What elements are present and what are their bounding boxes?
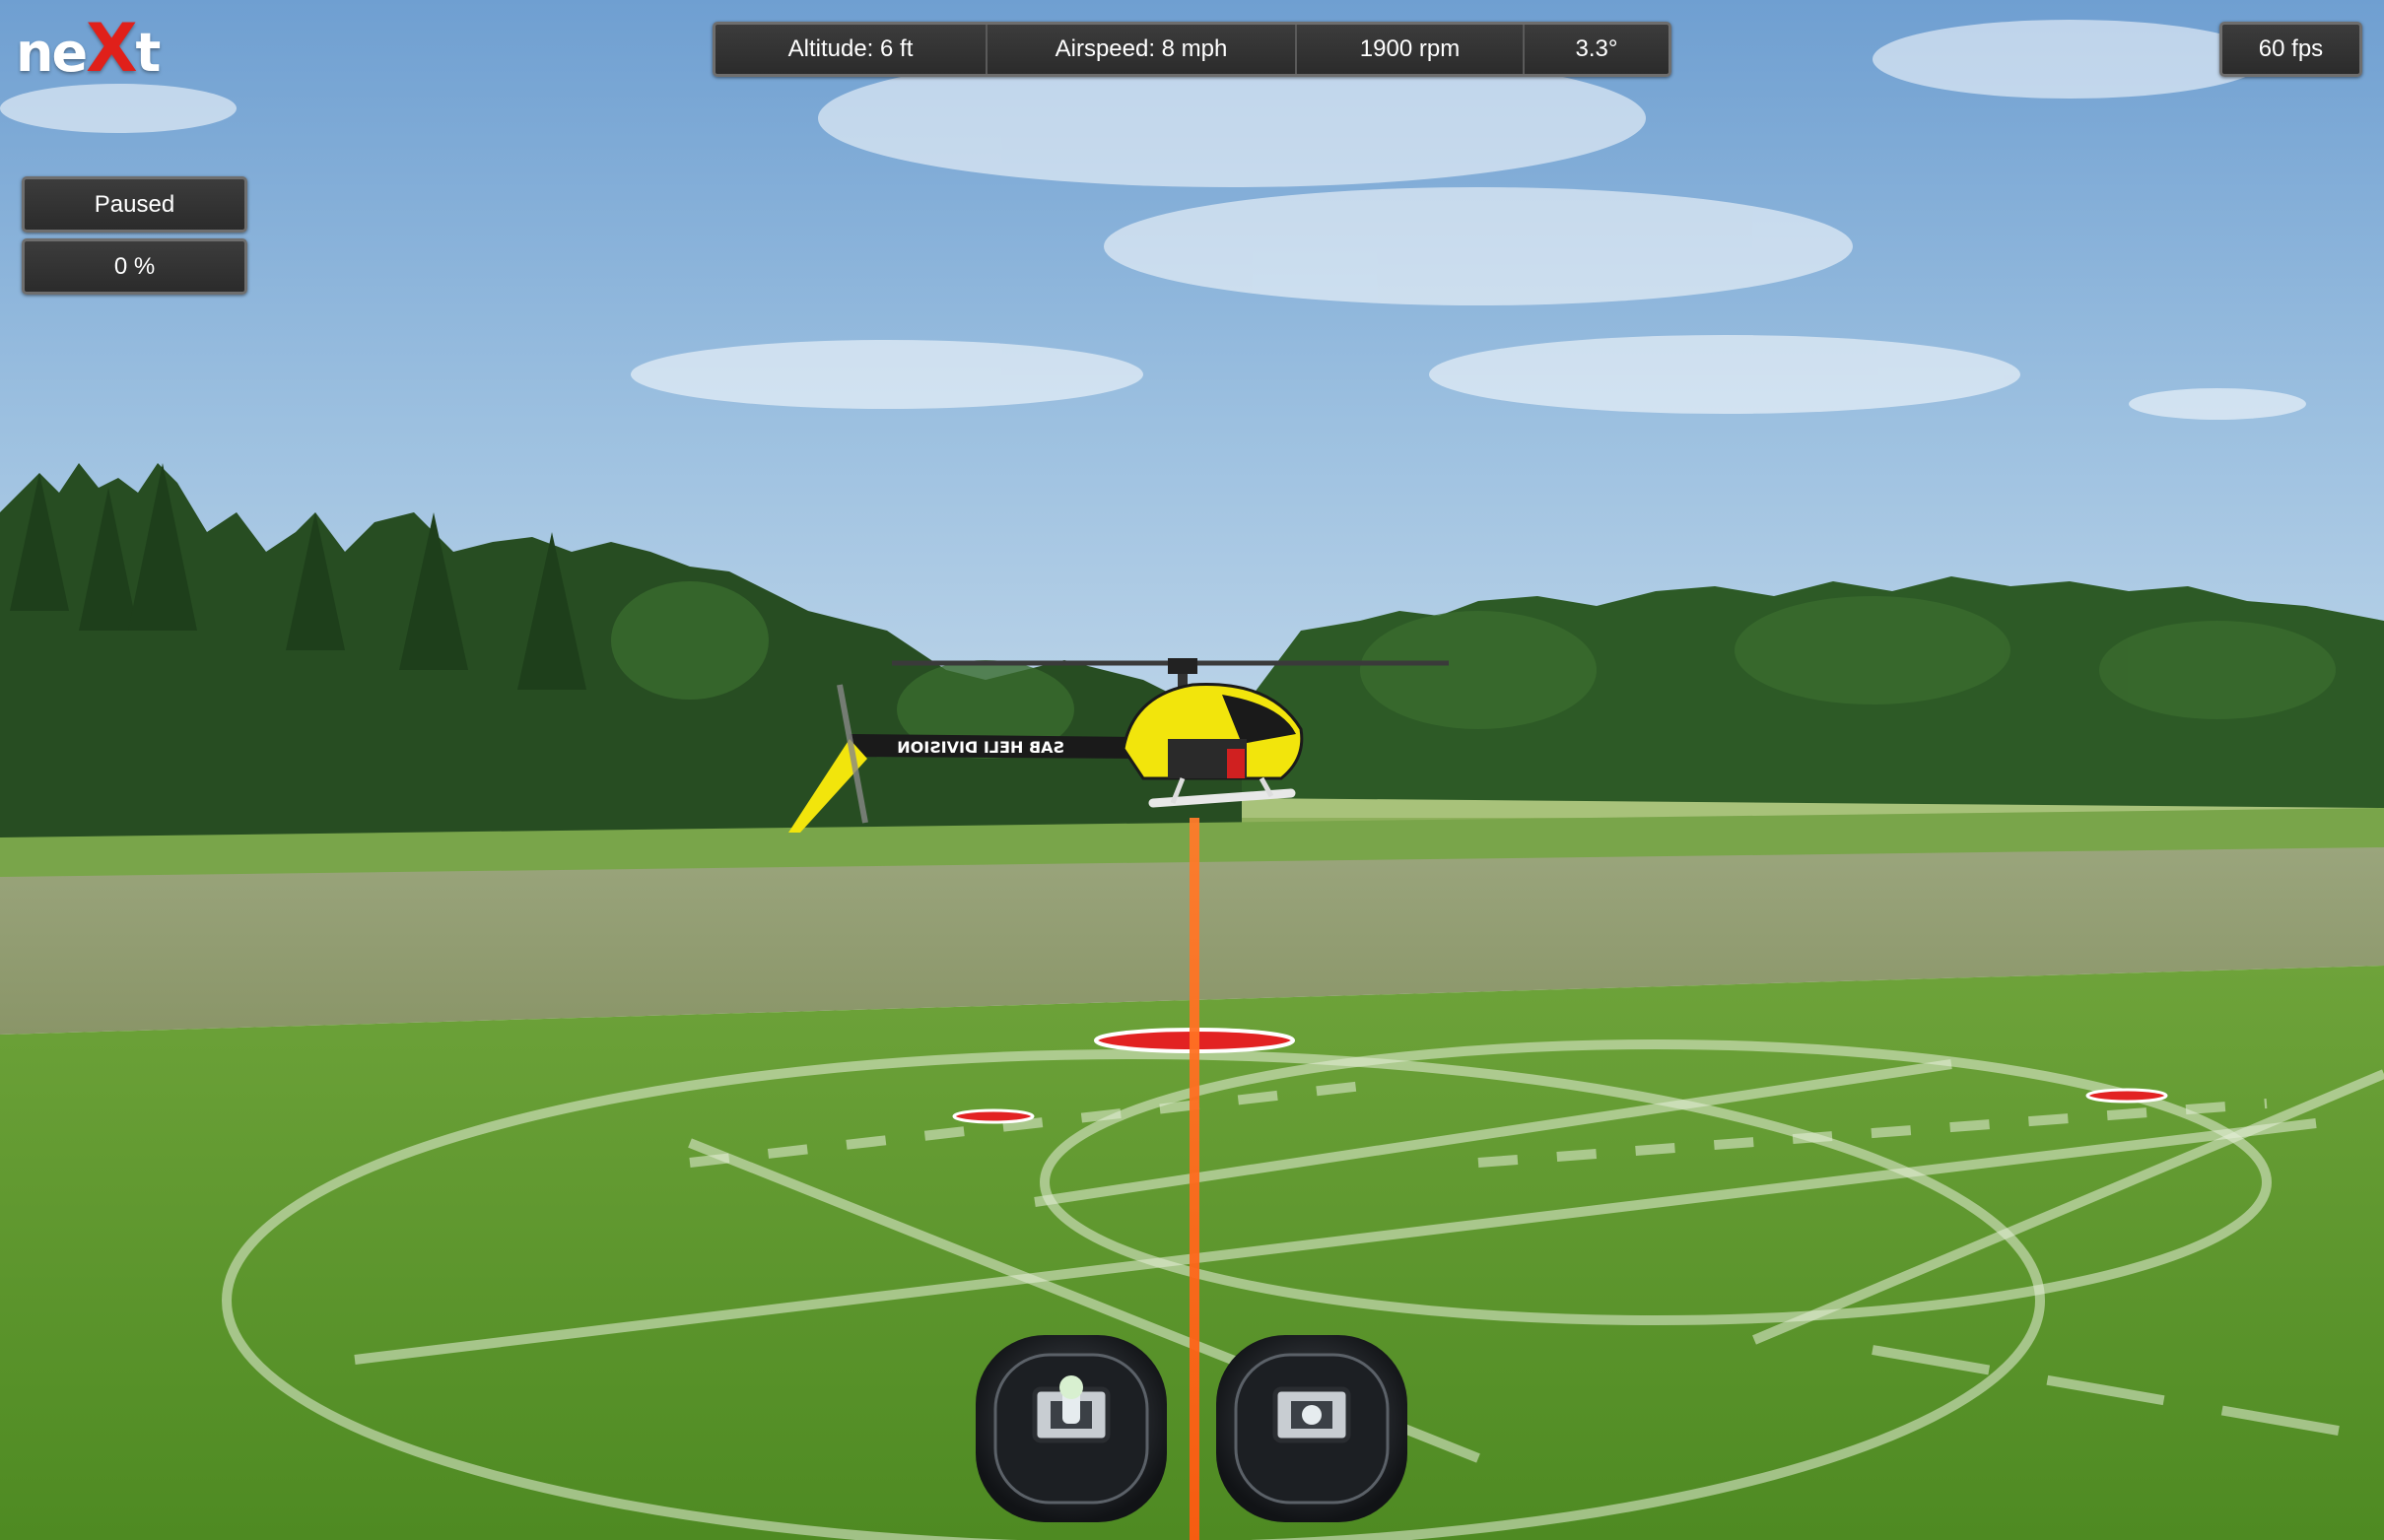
logo-prefix: ne (16, 22, 88, 84)
pitch-readout: 3.3° (1575, 35, 1618, 62)
right-stick-knob (1302, 1405, 1322, 1425)
rpm-readout: 1900 rpm (1297, 25, 1525, 74)
left-stick-knob (1059, 1375, 1083, 1399)
pause-status-button[interactable]: Paused (22, 176, 247, 233)
next-logo: neXt (16, 10, 161, 88)
logo-x: X (86, 10, 137, 88)
landing-pad-right (2085, 1088, 2168, 1104)
altitude-readout: Altitude: 6 ft (715, 25, 988, 74)
fps-counter: 60 fps (2219, 22, 2362, 77)
progress-indicator: 0 % (22, 238, 247, 295)
altitude-laser-line (1190, 818, 1199, 1540)
landing-pad-left (952, 1108, 1035, 1124)
telemetry-bar: Altitude: 6 ft Airspeed: 8 mph 1900 rpm … (713, 22, 1671, 77)
right-stick-gimbal[interactable] (1216, 1335, 1407, 1522)
logo-suffix: t (135, 22, 162, 84)
simulator-scene: SAB HELI DIVISION (0, 0, 2384, 1540)
tail-text: SAB HELI DIVISION (897, 738, 1064, 757)
left-stick-gimbal[interactable] (976, 1335, 1167, 1522)
airspeed-readout: Airspeed: 8 mph (988, 25, 1297, 74)
